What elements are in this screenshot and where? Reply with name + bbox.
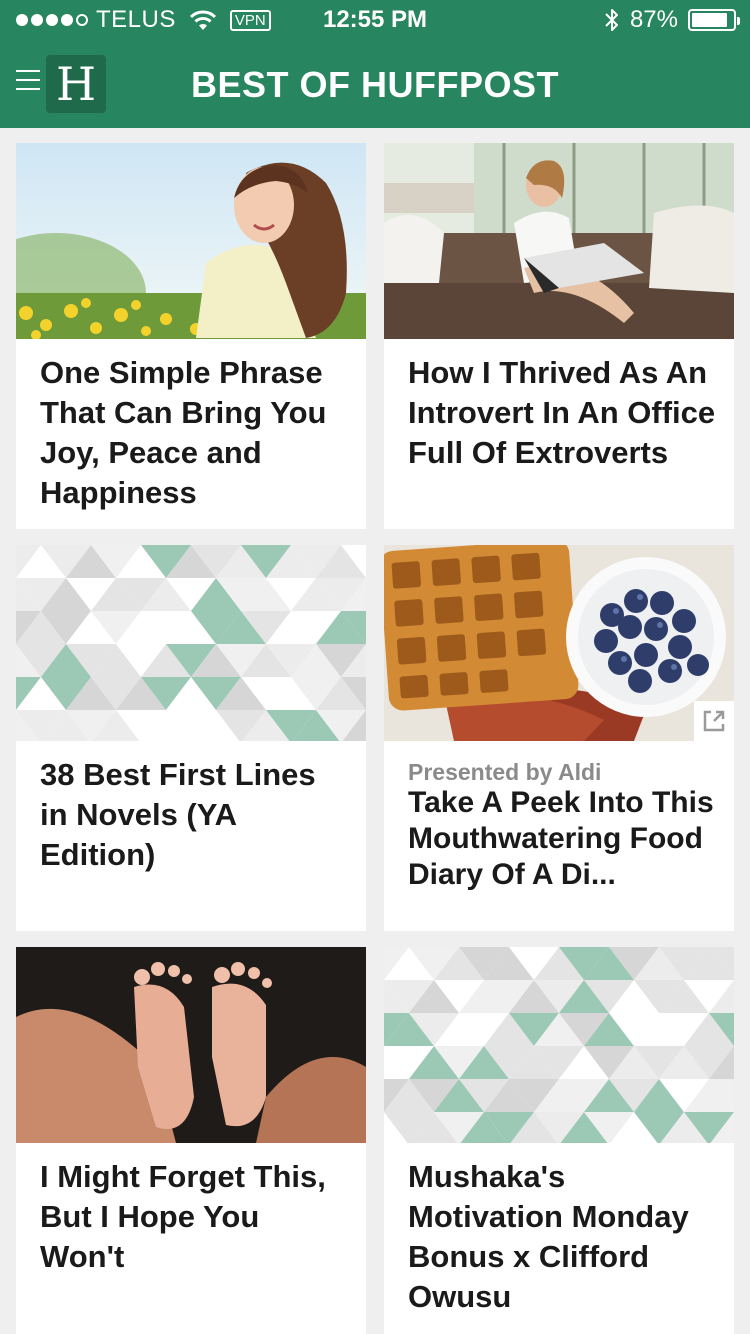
article-card[interactable]: 38 Best First Lines in Novels (YA Editio…	[16, 545, 366, 931]
article-thumbnail-pattern	[384, 947, 734, 1143]
article-thumbnail-baby-feet	[16, 947, 366, 1143]
article-thumbnail-waffle-blueberries	[384, 545, 734, 741]
article-title[interactable]: 38 Best First Lines in Novels (YA Editio…	[40, 755, 348, 875]
sponsored-article-card[interactable]: Presented by Aldi Take A Peek Into This …	[384, 545, 734, 931]
sponsor-label: Presented by Aldi	[408, 759, 602, 785]
external-link-icon[interactable]	[694, 701, 734, 741]
article-thumbnail-pattern	[16, 545, 366, 741]
article-title[interactable]: Take A Peek Into This Mouthwatering Food…	[408, 785, 716, 893]
article-card[interactable]: Mushaka's Motivation Monday Bonus x Clif…	[384, 947, 734, 1334]
article-title[interactable]: One Simple Phrase That Can Bring You Joy…	[40, 353, 348, 513]
article-thumbnail-woman-in-flowers	[16, 143, 366, 339]
page-title: BEST OF HUFFPOST	[191, 64, 559, 105]
article-title[interactable]: How I Thrived As An Introvert In An Offi…	[408, 353, 716, 473]
status-bar: TELUS VPN 12:55 PM 87%	[0, 0, 750, 40]
battery-percentage: 87%	[629, 6, 678, 33]
article-card[interactable]: One Simple Phrase That Can Bring You Joy…	[16, 143, 366, 529]
article-title[interactable]: Mushaka's Motivation Monday Bonus x Clif…	[408, 1157, 716, 1317]
battery-icon	[688, 9, 740, 31]
article-card[interactable]: How I Thrived As An Introvert In An Offi…	[384, 143, 734, 529]
nav-bar: H BEST OF HUFFPOST	[0, 40, 750, 128]
article-card[interactable]: I Might Forget This, But I Hope You Won'…	[16, 947, 366, 1334]
article-title[interactable]: I Might Forget This, But I Hope You Won'…	[40, 1157, 348, 1277]
app-header: TELUS VPN 12:55 PM 87% H BEST OF HUFFPOS…	[0, 0, 750, 128]
article-thumbnail-woman-reading	[384, 143, 734, 339]
bluetooth-icon	[605, 9, 618, 31]
